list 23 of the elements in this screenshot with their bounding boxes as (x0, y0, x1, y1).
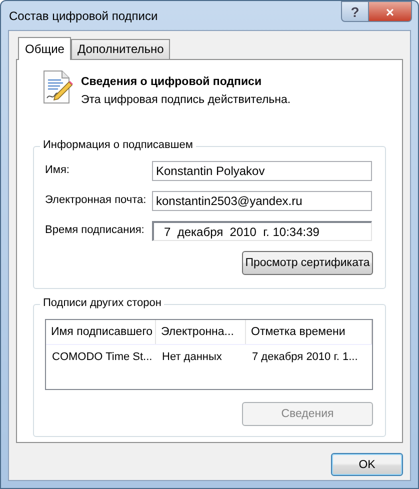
ok-button[interactable]: OK (331, 453, 403, 476)
date-time-field[interactable]: 7 декабря 2010 г. 10:34:39 (152, 221, 372, 241)
section-title: Сведения о цифровой подписи (81, 76, 263, 88)
column-header[interactable]: Отметка времени (246, 320, 372, 344)
field-label: Имя: (45, 163, 70, 176)
view-certificate-button[interactable]: Просмотр сертификата (242, 251, 373, 275)
field-label: Электронная почта: (45, 193, 148, 206)
status-text: Эта цифровая подпись действительна. (81, 94, 291, 106)
column-header[interactable]: Имя подписавшего (46, 320, 156, 344)
group-title: Информация о подписавшем (40, 139, 196, 151)
signed-document-icon (41, 70, 73, 104)
field-label: Время подписания: (45, 223, 146, 236)
table-cell-text: COMODO Time St... (51, 350, 154, 363)
tab[interactable]: Общие (18, 37, 72, 60)
window-title: Состав цифровой подписи (9, 8, 158, 22)
text-field[interactable]: Konstantin Polyakov (152, 161, 372, 181)
tab[interactable]: Дополнительно (71, 39, 170, 59)
group-title: Подписи других сторон (40, 297, 164, 309)
text-field[interactable]: konstantin2503@yandex.ru (152, 191, 372, 211)
table-cell-text: 7 декабря 2010 г. 1... (251, 350, 359, 363)
table-cell-text: Нет данных (161, 350, 223, 363)
help-button[interactable]: ? (341, 1, 369, 22)
column-header[interactable]: Электронна... (156, 320, 246, 344)
